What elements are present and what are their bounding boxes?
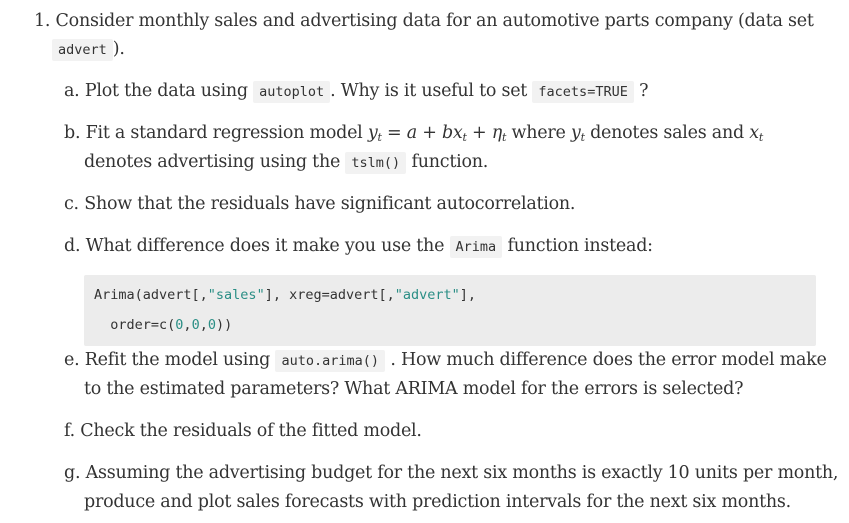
part-a: a. Plot the data using autoplot. Why is … <box>64 79 649 104</box>
part-d-text2: function instead: <box>507 236 653 256</box>
exercise-intro-line2: advert). <box>52 37 125 62</box>
part-c-label: c. <box>64 194 79 214</box>
part-e-line1: e. Refit the model using auto.arima() . … <box>64 348 827 373</box>
part-d-code: Arima <box>449 236 503 258</box>
part-b-line2-text2: function. <box>411 152 489 172</box>
part-e-text1: Refit the model using <box>84 350 271 370</box>
part-a-label: a. <box>64 81 80 101</box>
code-block: Arima(advert[,"sales"], xreg=advert[,"ad… <box>84 275 816 346</box>
part-e-line2: to the estimated parameters? What ARIMA … <box>84 379 744 399</box>
part-f: f. Check the residuals of the fitted mod… <box>64 419 422 443</box>
part-c-text: Show that the residuals have significant… <box>84 194 576 214</box>
exercise-intro-text: Consider monthly sales and advertising d… <box>55 11 814 31</box>
code-line-2: order=c(0,0,0)) <box>94 317 233 333</box>
part-b-label: b. <box>64 123 81 143</box>
part-b-line2: denotes advertising using the tslm() fun… <box>84 150 488 175</box>
part-b-text3: denotes sales and <box>590 123 744 143</box>
part-e-text2: . How much difference does the error mod… <box>390 350 827 370</box>
part-c: c. Show that the residuals have signific… <box>64 192 576 216</box>
part-g-label: g. <box>64 463 81 483</box>
part-g-line1-text: Assuming the advertising budget for the … <box>85 463 839 483</box>
part-b-line2-text1: denotes advertising using the <box>84 152 341 172</box>
part-e-label: e. <box>64 350 80 370</box>
part-b-line1: b. Fit a standard regression model yt = … <box>64 121 763 150</box>
code-line-1: Arima(advert[,"sales"], xreg=advert[,"ad… <box>94 287 477 303</box>
exercise-document: 1. Consider monthly sales and advertisin… <box>0 0 849 523</box>
part-a-text2: . Why is it useful to set <box>330 81 528 101</box>
part-b-text2: where <box>511 123 566 143</box>
part-a-text3: ? <box>639 81 649 101</box>
part-f-label: f. <box>64 421 75 441</box>
part-g-line2: produce and plot sales forecasts with pr… <box>84 492 791 512</box>
part-b-code: tslm() <box>345 152 407 174</box>
exercise-intro-line1: 1. Consider monthly sales and advertisin… <box>34 9 814 33</box>
part-d-label: d. <box>64 236 81 256</box>
part-a-code1: autoplot <box>253 81 331 103</box>
part-b-math-y: yt <box>570 123 585 144</box>
part-a-code2: facets=TRUE <box>532 81 634 103</box>
part-a-text1: Plot the data using <box>84 81 248 101</box>
part-b-text1: Fit a standard regression model <box>85 123 363 143</box>
part-f-text: Check the residuals of the fitted model. <box>80 421 422 441</box>
part-b-math-x: xt <box>749 123 764 144</box>
part-d-text1: What difference does it make you use the <box>85 236 445 256</box>
exercise-number: 1. <box>34 11 51 31</box>
part-b-equation: yt = a + bxt + ηt <box>367 123 507 144</box>
part-e-code: auto.arima() <box>275 350 385 372</box>
dataset-code: advert <box>52 39 113 61</box>
part-d: d. What difference does it make you use … <box>64 234 653 259</box>
part-g-line1: g. Assuming the advertising budget for t… <box>64 461 838 485</box>
intro-end: ). <box>112 39 125 59</box>
